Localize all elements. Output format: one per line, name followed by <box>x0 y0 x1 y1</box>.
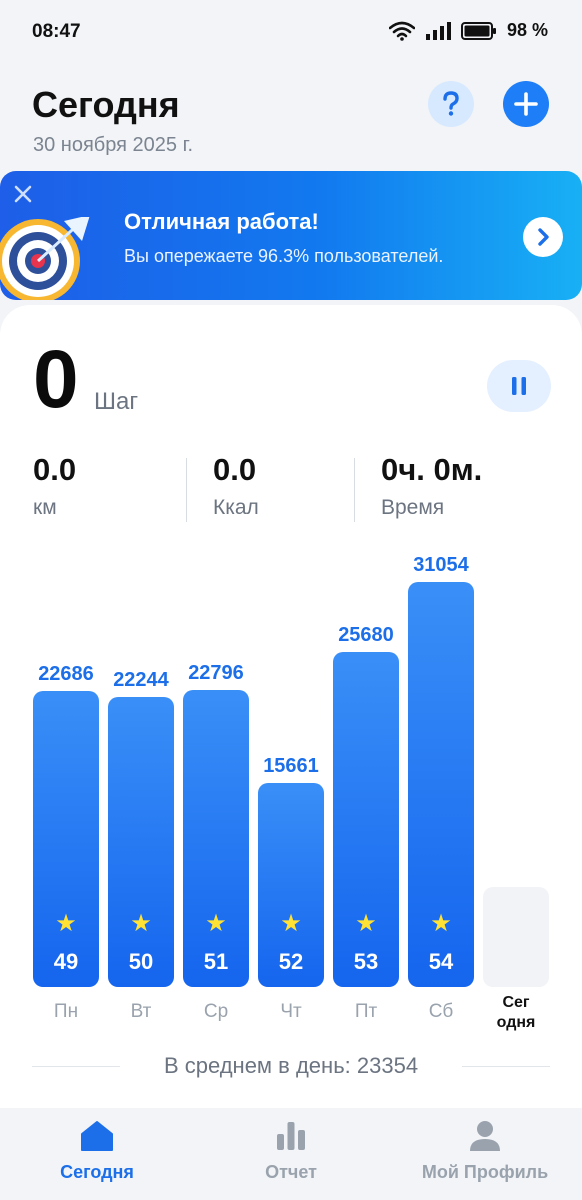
time-value: 0ч. 0м. <box>381 452 483 487</box>
chart-day-today-line: одня <box>496 1014 536 1031</box>
nav-today-label: Сегодня <box>60 1162 134 1182</box>
help-button[interactable] <box>428 81 474 127</box>
battery-percent: 98 % <box>506 20 548 40</box>
chevron-right-icon <box>538 228 549 246</box>
status-time: 08:47 <box>32 21 81 42</box>
metric-divider <box>186 458 187 522</box>
chart-badge-number: 52 <box>278 949 304 974</box>
banner-arrow-button[interactable] <box>523 217 563 257</box>
star-icon: ★ <box>430 910 452 937</box>
profile-icon <box>470 1121 500 1151</box>
nav-report-label: Отчет <box>265 1162 317 1182</box>
page-date: 30 ноября 2025 г. <box>33 134 193 156</box>
nav-profile-label: Мой Профиль <box>421 1162 549 1182</box>
add-button[interactable] <box>503 81 549 127</box>
star-icon: ★ <box>130 910 152 937</box>
page-title: Сегодня <box>32 84 180 125</box>
chart-badge-number: 50 <box>128 949 154 974</box>
chart-day-label: Пт <box>354 1001 378 1022</box>
distance-value: 0.0 <box>33 452 77 487</box>
chart-badge-number: 51 <box>203 949 229 974</box>
chart-day-label: Сб <box>428 1001 454 1022</box>
signal-icon <box>425 21 451 40</box>
banner-subtitle: Вы опережаете 96.3% пользователей. <box>124 246 444 266</box>
chart-day-label: Пн <box>53 1001 79 1022</box>
chart-value-label: 31054 <box>413 554 469 576</box>
question-icon <box>443 91 459 116</box>
chart-value-label: 25680 <box>338 624 394 646</box>
bottom-nav: Сегодня Отчет Мой Профиль <box>0 1108 582 1200</box>
chart-day-label: Ср <box>203 1001 229 1022</box>
star-icon: ★ <box>355 910 377 937</box>
status-bar: 08:47 98 % <box>0 0 582 64</box>
metric-divider <box>354 458 355 522</box>
calories-label: Ккал <box>213 496 259 519</box>
weekly-steps-chart: 22686 ★ 49 Пн 22244 ★ 50 Вт 22796 ★ 51 Ср 15661 ★ 52 Чт… <box>0 540 582 1040</box>
steps-label: Шаг <box>94 388 139 415</box>
star-icon: ★ <box>55 910 77 937</box>
achievement-banner[interactable]: Отличная работа! Вы опережаете 96.3% пол… <box>0 171 582 300</box>
chart-badge-number: 53 <box>353 949 379 974</box>
wifi-icon <box>388 21 415 41</box>
pause-button[interactable] <box>487 360 551 412</box>
time-label: Время <box>381 496 445 519</box>
calories-value: 0.0 <box>213 452 257 487</box>
chart-day-label: Вт <box>130 1001 152 1022</box>
chart-day-today-line: Сег <box>502 994 530 1011</box>
chart-badge-number: 49 <box>53 949 79 974</box>
nav-today[interactable]: Сегодня <box>0 1108 194 1200</box>
target-icon <box>0 217 90 300</box>
battery-icon <box>460 21 496 40</box>
chart-bar[interactable] <box>108 697 174 987</box>
bar-chart-icon <box>277 1122 305 1150</box>
distance-label: км <box>33 496 57 519</box>
pause-icon <box>512 377 526 395</box>
chart-day-label: Чт <box>280 1001 302 1022</box>
star-icon: ★ <box>205 910 227 937</box>
steps-value: 0 <box>33 334 79 425</box>
banner-title: Отличная работа! <box>124 209 319 234</box>
status-indicators: 98 % <box>388 20 548 41</box>
chart-bar[interactable] <box>33 691 99 987</box>
chart-badge-number: 54 <box>428 949 454 974</box>
chart-day-today: Сег одня <box>483 993 549 1033</box>
nav-report[interactable]: Отчет <box>194 1108 388 1200</box>
daily-average: В среднем в день: 23354 <box>163 1053 419 1078</box>
star-icon: ★ <box>280 910 302 937</box>
close-icon[interactable] <box>12 183 34 205</box>
plus-icon <box>514 92 538 116</box>
chart-value-label: 15661 <box>263 755 319 777</box>
chart-value-label: 22796 <box>188 662 244 684</box>
nav-profile[interactable]: Мой Профиль <box>388 1108 582 1200</box>
chart-bar-today[interactable] <box>483 887 549 987</box>
home-icon <box>81 1121 113 1151</box>
chart-bar[interactable] <box>183 690 249 987</box>
